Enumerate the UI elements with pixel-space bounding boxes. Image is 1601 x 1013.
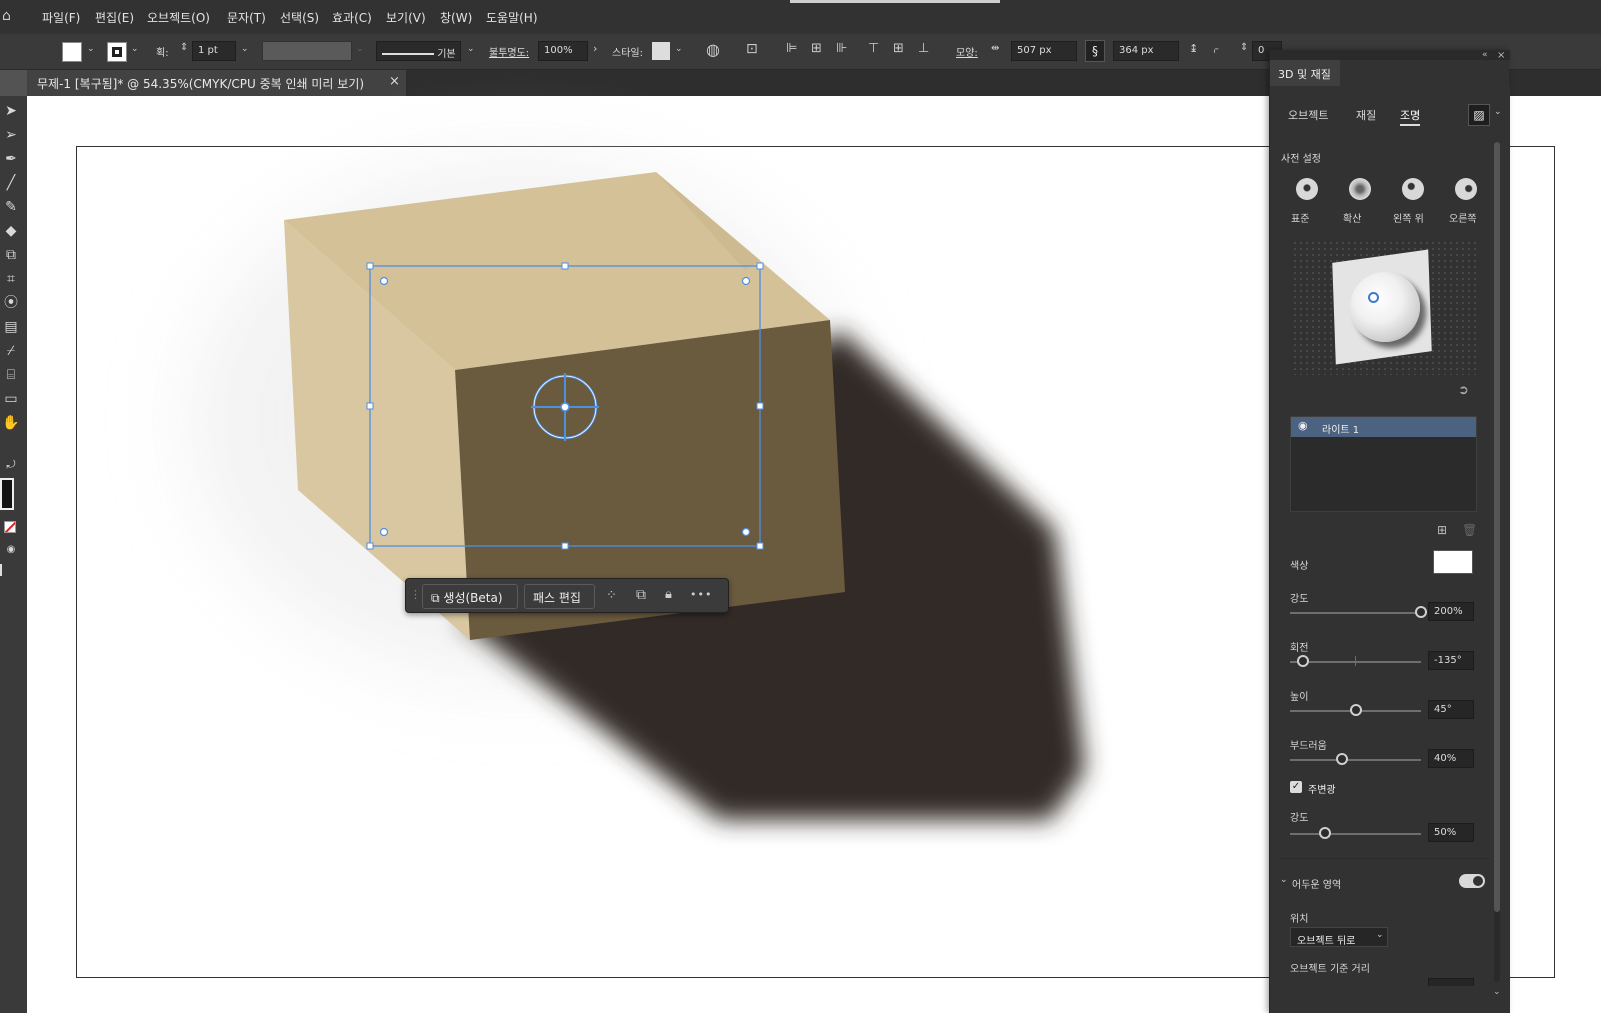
height-label: 높이 [1290, 692, 1309, 703]
collapse-icon[interactable]: « [1482, 50, 1488, 60]
panel-scrollbar[interactable] [1494, 142, 1500, 982]
more-icon[interactable]: ••• [690, 588, 712, 601]
light-name: 라이트 1 [1322, 425, 1360, 436]
softness-field[interactable]: 40% [1428, 749, 1474, 768]
render-settings-button[interactable]: ▨ [1468, 104, 1490, 126]
ambient-intensity-field[interactable]: 50% [1428, 823, 1474, 842]
chevron-down-icon[interactable]: ⌄ [1280, 875, 1288, 885]
rotation-field[interactable]: -135° [1428, 651, 1474, 670]
lock-icon[interactable]: 🔒︎ [665, 587, 672, 602]
softness-slider-track[interactable] [1290, 759, 1421, 761]
height-field[interactable]: 45° [1428, 700, 1474, 719]
intensity-label: 강도 [1290, 594, 1309, 605]
transform-points-icon[interactable]: ⁘ [606, 588, 617, 603]
generate-label: 생성(Beta) [443, 591, 503, 605]
generate-icon: ⧉ [431, 591, 440, 605]
position-dropdown[interactable]: 오브젝트 뒤로 ⌄ [1290, 927, 1388, 947]
ambient-slider-track[interactable] [1290, 833, 1421, 835]
intensity-field[interactable]: 200% [1428, 602, 1474, 621]
light-list-item[interactable]: ◉ 라이트 1 [1291, 417, 1476, 437]
preset-right-label: 오른쪽 [1449, 214, 1477, 225]
panel-topbar [1270, 50, 1510, 60]
tab-lighting[interactable]: 조명 [1400, 107, 1421, 126]
tab-object[interactable]: 오브젝트 [1288, 107, 1328, 123]
preset-standard-label: 표준 [1291, 214, 1310, 225]
light-preview-grid[interactable] [1292, 240, 1478, 375]
rotation-label: 회전 [1290, 643, 1309, 654]
light-preview-sphere [1350, 272, 1420, 342]
delete-light-icon: 🗑︎ [1462, 523, 1478, 537]
chevron-down-icon[interactable]: ⌄ [1494, 107, 1502, 117]
shadows-toggle[interactable] [1459, 874, 1485, 888]
light-position-marker[interactable] [1368, 292, 1379, 303]
preset-diffuse-icon[interactable] [1349, 178, 1371, 200]
color-swatch[interactable] [1433, 550, 1473, 574]
preset-top-left-label: 왼쪽 위 [1393, 214, 1424, 225]
divider [1280, 858, 1490, 859]
eye-icon[interactable]: ◉ [1298, 419, 1308, 432]
color-label: 색상 [1290, 561, 1309, 572]
path-edit-button[interactable]: 패스 편집 [524, 584, 595, 609]
generate-button[interactable]: ⧉ 생성(Beta) [422, 584, 518, 609]
shadows-label: 어두운 영역 [1292, 880, 1342, 891]
ambient-label: 주변광 [1308, 785, 1336, 796]
move-light-icon[interactable]: ➲ [1458, 383, 1469, 398]
position-label: 위치 [1290, 914, 1309, 925]
height-slider-knob[interactable] [1349, 704, 1362, 716]
panel-tab[interactable]: 3D 및 재질 [1270, 60, 1340, 86]
drag-handle-icon[interactable]: ⋮ [410, 588, 421, 601]
preset-diffuse-label: 확산 [1343, 214, 1362, 225]
3d-materials-panel: « × 3D 및 재질 오브젝트 재질 조명 ▨ ⌄ 사전 설정 표준 확산 왼… [1269, 50, 1510, 1013]
softness-label: 부드러움 [1290, 741, 1327, 752]
position-dropdown-value: 오브젝트 뒤로 [1297, 936, 1356, 947]
add-light-icon[interactable]: ⊞ [1437, 523, 1447, 537]
panel-title: 3D 및 재질 [1278, 68, 1331, 81]
tab-material[interactable]: 재질 [1356, 107, 1376, 123]
distance-label: 오브젝트 기준 거리 [1290, 964, 1370, 975]
chevron-down-icon: ⌄ [1376, 930, 1384, 940]
distance-field-partial[interactable] [1428, 978, 1474, 986]
preset-standard-icon[interactable] [1296, 178, 1318, 200]
presets-heading: 사전 설정 [1281, 154, 1321, 165]
preset-right-icon[interactable] [1455, 178, 1477, 200]
ambient-checkbox[interactable]: ✓ [1290, 781, 1302, 793]
duplicate-icon[interactable]: ⧉ [636, 587, 646, 603]
rotation-slider-center-tick [1355, 656, 1356, 666]
scroll-down-icon[interactable]: ⌄ [1493, 987, 1501, 997]
preset-top-left-icon[interactable] [1402, 178, 1424, 200]
intensity-slider-track[interactable] [1290, 612, 1421, 614]
ambient-intensity-label: 강도 [1290, 813, 1309, 824]
close-icon[interactable]: × [1497, 50, 1505, 61]
intensity-slider-knob[interactable] [1415, 606, 1427, 618]
contextual-task-bar: ⋮ ⧉ 생성(Beta) 패스 편집 ⁘ ⧉ 🔒︎ ••• [405, 578, 729, 613]
rotation-slider-knob[interactable] [1297, 655, 1310, 667]
